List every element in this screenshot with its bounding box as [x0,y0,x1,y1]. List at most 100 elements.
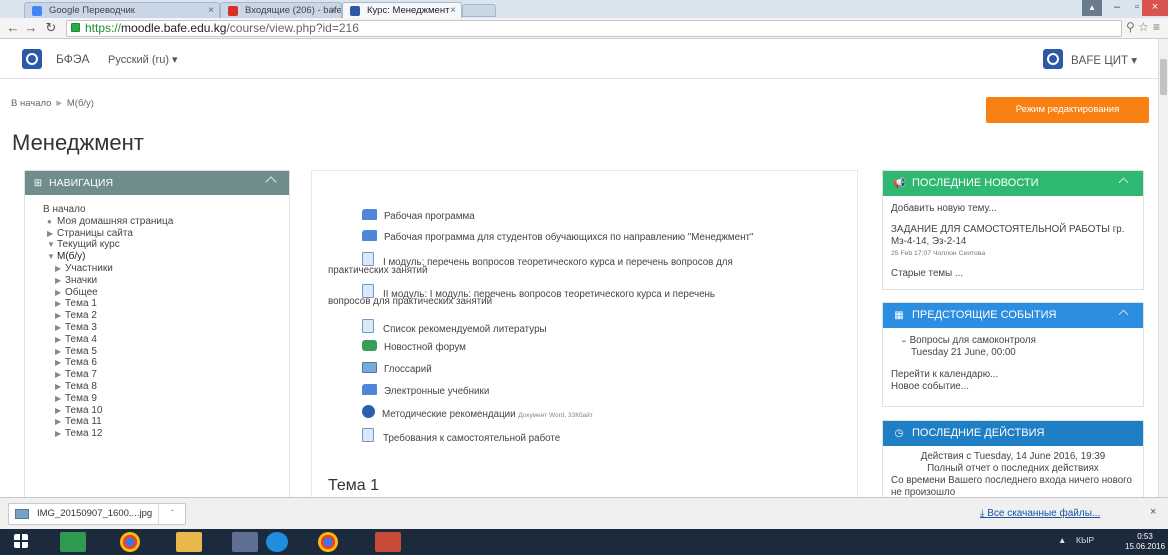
system-clock[interactable]: 0:53 15.06.2016 [1125,532,1165,552]
nav-tree-item[interactable]: ▶ Участники [25,263,289,275]
close-icon[interactable]: × [1150,506,1156,518]
nav-tree-item[interactable]: ▶ Тема 6 [25,357,289,369]
upcoming-events-header: ▦ ПРЕДСТОЯЩИЕ СОБЫТИЯ [883,303,1143,328]
reload-icon[interactable]: ↻ [42,19,60,37]
chrome-icon[interactable] [318,532,338,552]
nav-tree-item[interactable]: ▶ Тема 1 [25,298,289,310]
breadcrumb-current[interactable]: М(б/у) [67,98,94,109]
collapse-icon[interactable] [1118,177,1129,188]
tab-course[interactable]: Курс: Менеджмент × [342,2,462,19]
publisher-icon[interactable] [232,532,258,552]
chevron-right-icon: ▶ [55,287,62,297]
url-path: /course/view.php?id=216 [226,21,359,35]
nav-tree-item[interactable]: ▶ Тема 5 [25,346,289,358]
chevron-down-icon[interactable]: ˇ [158,504,186,524]
chrome-icon[interactable] [120,532,140,552]
nav-tree-label: Тема 10 [65,404,103,416]
close-icon[interactable]: × [208,3,214,18]
nav-tree-item[interactable]: ▼ Текущий курс [25,239,289,251]
skype-icon[interactable] [266,532,288,552]
chevron-down-icon: ▼ [47,240,55,250]
activity-item[interactable]: Электронные учебники [362,384,489,397]
nav-tree-item[interactable]: ▶ Тема 8 [25,381,289,393]
older-topics-link[interactable]: Старые темы ... [891,268,1135,280]
activity-item[interactable]: Рабочая программа для студентов обучающи… [362,230,753,243]
nav-tree-item[interactable]: В начало [25,204,289,216]
nav-tree-item[interactable]: ▶ Тема 10 [25,405,289,417]
collapse-icon[interactable] [265,176,277,188]
file-explorer-icon[interactable] [176,532,202,552]
lock-icon [71,23,80,32]
page-scrollbar[interactable] [1158,39,1168,497]
nav-tree-label: Страницы сайта [57,227,133,239]
edit-mode-button[interactable]: Режим редактирования [986,97,1149,123]
nav-tree-item[interactable]: ▶ Страницы сайта [25,228,289,240]
site-brand[interactable]: БФЭА [56,52,90,66]
nav-tree-label: Тема 9 [65,392,97,404]
full-report-link[interactable]: Полный отчет о последних действиях [891,463,1135,475]
presentation-icon[interactable] [375,532,401,552]
user-avatar[interactable] [1043,49,1063,69]
activity-item[interactable]: Рабочая программа [362,209,475,222]
close-icon[interactable]: × [330,3,336,18]
back-icon[interactable]: ← [4,19,22,37]
scrollbar-thumb[interactable] [1160,59,1167,95]
download-filename: IMG_20150907_1600....jpg [37,508,153,519]
activity-item[interactable]: Требования к самостоятельной работе [362,428,560,444]
store-icon[interactable] [60,532,86,552]
new-tab-button[interactable] [462,4,496,17]
tab-google-translate[interactable]: Google Переводчик × [24,2,220,18]
user-menu[interactable]: BAFE ЦИТ ▾ [1071,53,1137,67]
course-content: Рабочая программа Рабочая программа для … [311,170,858,500]
navigation-block: ⊞ НАВИГАЦИЯ В начало ● Моя домашняя страниц… [24,170,290,500]
keyboard-language[interactable]: КЫР [1076,535,1094,545]
activity-item[interactable]: Методические рекомендации Документ Word,… [362,405,593,420]
news-headline[interactable]: ЗАДАНИЕ ДЛЯ САМОСТОЯТЕЛЬНОЙ РАБОТЫ гр. М… [891,224,1135,248]
add-topic-link[interactable]: Добавить новую тему... [891,203,1135,215]
close-icon[interactable]: × [450,3,456,18]
nav-tree-item[interactable]: ▶ Значки [25,275,289,287]
nav-tree-label: Тема 11 [65,416,102,428]
go-to-calendar-link[interactable]: Перейти к календарю... [891,369,1135,381]
all-downloads-link[interactable]: ⤓ Все скачанные файлы... [980,508,1100,519]
activity-item[interactable]: Список рекомендуемой литературы [362,319,547,335]
nav-tree-item[interactable]: ● Моя домашняя страница [25,216,289,228]
bookmark-star-icon[interactable]: ☆ [1138,20,1149,34]
bullet-icon: ● [47,216,52,226]
clock-time: 0:53 [1137,532,1153,541]
nav-tree-item[interactable]: ▶ Тема 9 [25,393,289,405]
collapse-icon[interactable] [1118,309,1129,320]
event-item[interactable]: ◒ Вопросы для самоконтроля [891,335,1135,347]
download-item[interactable]: IMG_20150907_1600....jpg ˇ [8,503,186,525]
activity-label: Список рекомендуемой литературы [383,324,547,335]
language-menu[interactable]: Русский (ru) ▾ [108,53,178,66]
activity-item[interactable]: Глоссарий [362,362,432,375]
nav-tree-item[interactable]: ▶ Тема 11 [25,416,289,428]
event-date: Tuesday 21 June, 00:00 [911,347,1016,358]
clock-icon: ◷ [894,428,904,439]
nav-tree-item[interactable]: ▶ Тема 7 [25,369,289,381]
nav-tree-item[interactable]: ▼ М(б/у) [25,251,289,263]
nav-tree-item[interactable]: ▶ Общее [25,287,289,299]
chevron-right-icon: ▶ [55,275,62,285]
forward-icon[interactable]: → [22,19,40,37]
zoom-icon[interactable]: ⚲ [1126,20,1135,34]
nav-tree-item[interactable]: ▶ Тема 4 [25,334,289,346]
nav-tree-item[interactable]: ▶ Тема 2 [25,310,289,322]
close-window-icon[interactable]: × [1142,0,1168,16]
tray-expand-icon[interactable]: ▲ [1058,535,1066,545]
activity-item[interactable]: Новостной форум [362,340,466,353]
nav-tree-label: Тема 8 [65,380,97,392]
site-logo-icon[interactable] [22,49,42,69]
breadcrumb-home[interactable]: В начало [11,98,51,109]
user-profile-icon[interactable]: ▲ [1082,0,1102,16]
nav-tree-item[interactable]: ▶ Тема 12 [25,428,289,440]
windows-start-icon[interactable] [14,534,28,548]
breadcrumb: В начало ► М(б/у) [11,98,94,109]
tab-gmail[interactable]: Входящие (206) - bafen... × [220,2,342,18]
nav-tree-item[interactable]: ▶ Тема 3 [25,322,289,334]
url-input[interactable]: https://moodle.bafe.edu.kg/course/view.p… [66,20,1122,37]
minimize-icon[interactable]: – [1106,0,1128,16]
new-event-link[interactable]: Новое событие... [891,381,1135,393]
menu-icon[interactable]: ≡ [1153,20,1160,34]
